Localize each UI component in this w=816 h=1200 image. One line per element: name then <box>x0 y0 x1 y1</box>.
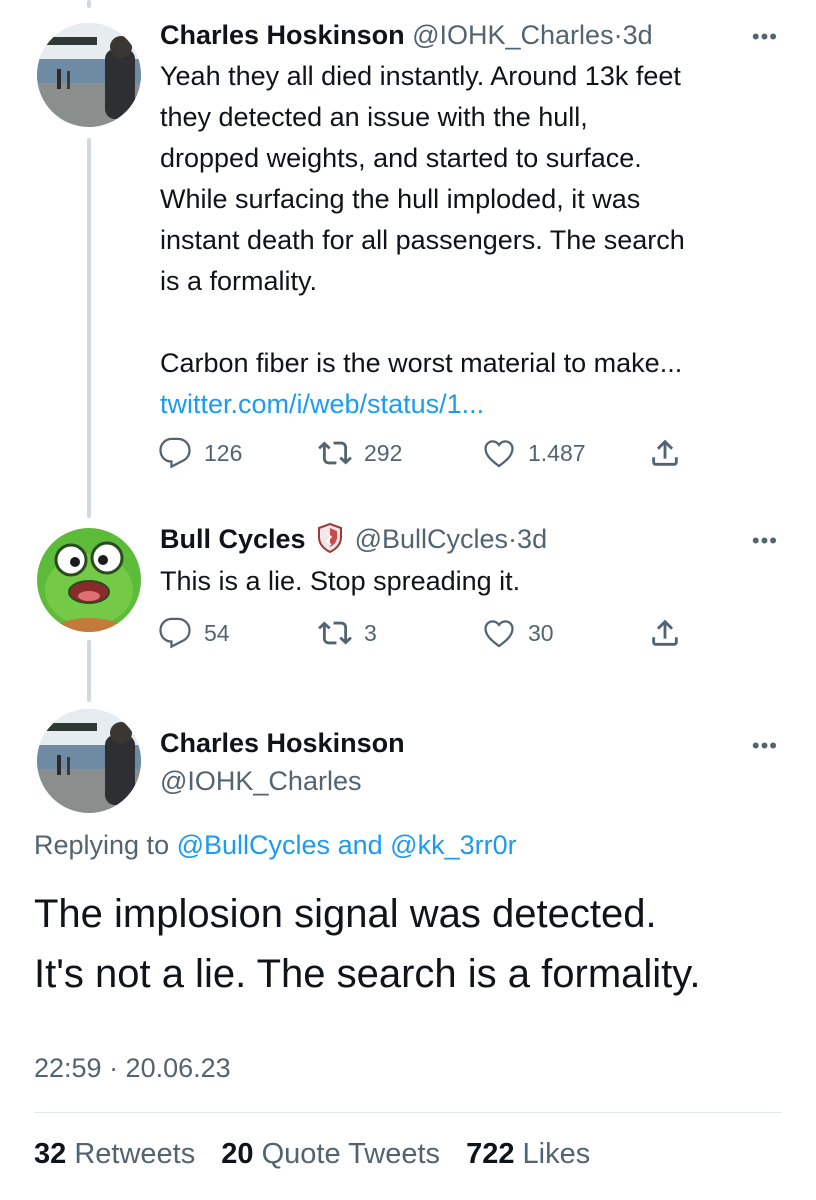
retweet-icon <box>318 621 352 645</box>
replying-prefix: Replying to <box>34 830 170 860</box>
main-author-handle[interactable]: @IOHK_Charles <box>160 766 361 797</box>
main-timestamp[interactable]: 22:59 · 20.06.23 <box>34 1053 231 1084</box>
retweet-icon <box>318 441 352 465</box>
main-tweet-text: The implosion signal was detected. It's … <box>34 884 794 1004</box>
tweet1-line: While surfacing the hull imploded, it wa… <box>160 184 641 214</box>
quote-tweets-label: Quote Tweets <box>261 1138 441 1170</box>
likes-label: Likes <box>522 1138 591 1170</box>
tweet2-reply-count: 54 <box>204 619 230 646</box>
quote-tweets-count: 20 <box>221 1138 254 1170</box>
quote-tweets-stat[interactable]: 20 Quote Tweets <box>221 1138 440 1170</box>
like-icon <box>484 440 514 468</box>
share-icon <box>652 439 678 466</box>
tweet2-time[interactable]: 3d <box>517 524 547 554</box>
tweet1-handle[interactable]: @IOHK_Charles <box>412 20 613 50</box>
tweet1-dot: · <box>613 20 623 50</box>
tweet1-line: instant death for all passengers. The se… <box>160 225 685 255</box>
divider <box>34 1112 782 1113</box>
tweet2-author-name[interactable]: Bull Cycles <box>160 524 306 554</box>
tweet1-author-name[interactable]: Charles Hoskinson <box>160 20 405 50</box>
tweet2-more-button[interactable]: ••• <box>752 528 778 554</box>
tweet1-like-count: 1.487 <box>528 439 586 466</box>
tweet1-reply-button[interactable]: 126 <box>158 436 242 470</box>
thread-line-1 <box>87 138 91 518</box>
tweet1-like-button[interactable]: 1.487 <box>482 436 586 470</box>
tweet2-header: Bull Cycles @BullCycles·3d <box>160 522 547 556</box>
tweet1-share-button[interactable] <box>648 436 682 470</box>
tweet2-share-button[interactable] <box>648 616 682 650</box>
engagement-stats: 32 Retweets 20 Quote Tweets 722 Likes <box>34 1138 608 1171</box>
main-more-button[interactable]: ••• <box>752 733 778 759</box>
tweet2-retweet-button[interactable]: 3 <box>318 616 377 650</box>
tweet1-line: Carbon fiber is the worst material to ma… <box>160 348 683 378</box>
retweets-stat[interactable]: 32 Retweets <box>34 1138 195 1170</box>
tweet1-text: Yeah they all died instantly. Around 13k… <box>160 56 790 425</box>
tweet1-retweet-count: 292 <box>364 439 403 466</box>
retweets-count: 32 <box>34 1138 67 1170</box>
tweet2-like-button[interactable]: 30 <box>482 616 554 650</box>
main-tweet-line: The implosion signal was detected. <box>34 892 657 936</box>
reply-icon <box>159 617 191 649</box>
thread-line-2 <box>87 640 91 702</box>
avatar-charles-1[interactable] <box>37 23 141 127</box>
like-icon <box>484 620 514 648</box>
replying-and[interactable]: and <box>338 830 383 860</box>
tweet1-line: dropped weights, and started to surface. <box>160 143 642 173</box>
tweet1-time[interactable]: 3d <box>623 20 653 50</box>
replying-to: Replying to @BullCycles and @kk_3rr0r <box>34 830 517 861</box>
tweet1-line: is a formality. <box>160 266 318 296</box>
tweet1-retweet-button[interactable]: 292 <box>318 436 402 470</box>
tweet2-actions: 54 3 30 <box>158 616 698 656</box>
retweets-label: Retweets <box>74 1138 196 1170</box>
replying-user-kk[interactable]: @kk_3rr0r <box>390 830 516 860</box>
thread-line-top <box>87 0 91 8</box>
tweet2-reply-button[interactable]: 54 <box>158 616 230 650</box>
tweet1-link[interactable]: twitter.com/i/web/status/1... <box>160 384 790 425</box>
tweet1-line: Yeah they all died instantly. Around 13k… <box>160 61 681 91</box>
tweet1-more-button[interactable]: ••• <box>752 24 778 50</box>
share-icon <box>652 619 678 646</box>
likes-count: 722 <box>466 1138 515 1170</box>
tweet2-handle[interactable]: @BullCycles <box>355 524 508 554</box>
tweet1-line: they detected an issue with the hull, <box>160 102 588 132</box>
tweet2-retweet-count: 3 <box>364 619 377 646</box>
likes-stat[interactable]: 722 Likes <box>466 1138 590 1170</box>
replying-user-bullcycles[interactable]: @BullCycles <box>177 830 330 860</box>
tweet1-reply-count: 126 <box>204 439 243 466</box>
tweet2-like-count: 30 <box>528 619 554 646</box>
tweet1-actions: 126 292 1.487 <box>158 436 698 476</box>
avatar-bullcycles[interactable] <box>37 528 141 632</box>
reply-icon <box>159 437 191 469</box>
tweet1-header: Charles Hoskinson @IOHK_Charles·3d <box>160 18 653 52</box>
avatar-charles-2[interactable] <box>37 709 141 813</box>
main-author-name[interactable]: Charles Hoskinson <box>160 728 405 759</box>
tweet2-dot: · <box>508 524 518 554</box>
main-tweet-line: It's not a lie. The search is a formalit… <box>34 952 701 996</box>
tweet2-text: This is a lie. Stop spreading it. <box>160 566 521 596</box>
verified-shield-icon <box>318 522 343 554</box>
